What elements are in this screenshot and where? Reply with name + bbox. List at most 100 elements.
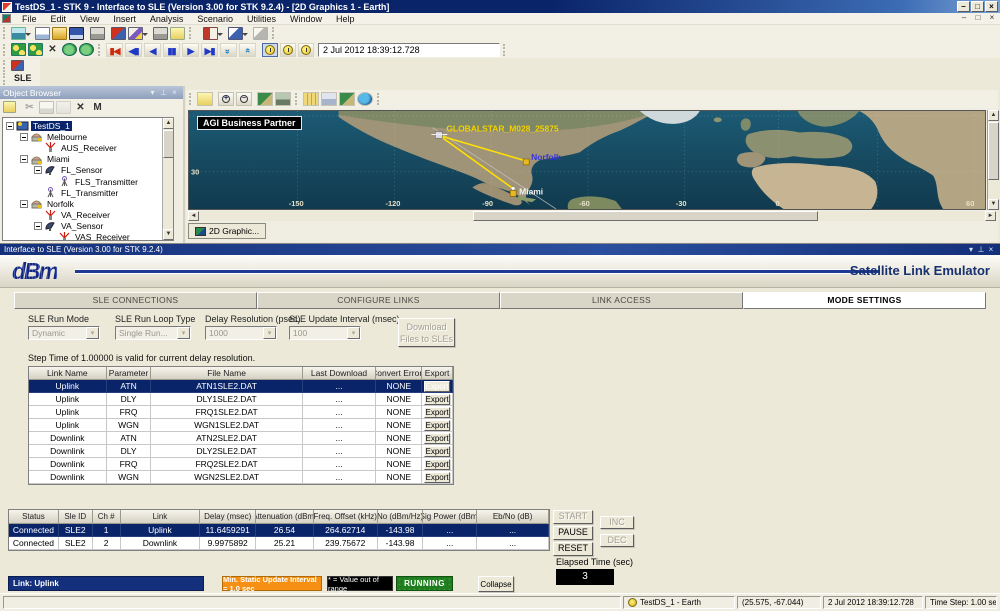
select-tool-button[interactable]	[228, 27, 243, 40]
export-button[interactable]: Export	[424, 472, 450, 483]
menu-insert[interactable]: Insert	[106, 14, 143, 24]
tree-item-vas_receiver[interactable]: VAS_Receiver	[5, 232, 173, 241]
pin-icon[interactable]: ⊥	[158, 88, 169, 97]
delay-resolution-select[interactable]: 1000 ▾	[205, 326, 277, 340]
animation-play-backward-button[interactable]: ◀	[144, 43, 161, 57]
realtime-clock-icon[interactable]	[280, 43, 296, 57]
print-button[interactable]	[90, 27, 105, 40]
tree-item-norfolk[interactable]: Norfolk	[5, 198, 173, 209]
menu-file[interactable]: File	[15, 14, 44, 24]
new-object-button[interactable]	[3, 101, 16, 113]
menu-help[interactable]: Help	[329, 14, 362, 24]
disconnect-button[interactable]: ✕	[45, 43, 60, 56]
close-icon[interactable]: ×	[169, 88, 180, 97]
tree-item-miami[interactable]: Miami	[5, 154, 173, 165]
stk-tools-icon[interactable]	[11, 60, 24, 71]
chevron-down-icon[interactable]: ▾	[347, 327, 360, 339]
status-table-row[interactable]: ConnectedSLE22Downlink9.997589225.21239.…	[9, 537, 549, 550]
zoom-in-button[interactable]: +	[218, 92, 234, 106]
tree-item-aus_receiver[interactable]: AUS_Receiver	[5, 142, 173, 153]
miami-label[interactable]: Miami	[519, 186, 543, 196]
child-restore-button[interactable]: □	[972, 14, 984, 24]
animation-reset-button[interactable]: ▮◀	[106, 43, 123, 57]
collapse-button[interactable]: Collapse	[478, 576, 514, 592]
cut-tool-button[interactable]	[111, 27, 126, 40]
export-button[interactable]: Export	[424, 394, 450, 405]
map-properties-button[interactable]	[197, 92, 213, 106]
start-button[interactable]: START	[553, 510, 593, 524]
report-button[interactable]	[170, 27, 185, 40]
time-options-clock-icon[interactable]	[298, 43, 314, 57]
new-window-button[interactable]	[35, 27, 50, 40]
menu-scenario[interactable]: Scenario	[190, 14, 240, 24]
tree-item-fl_transmitter[interactable]: FL_Transmitter	[5, 187, 173, 198]
snapshot-button[interactable]	[275, 92, 291, 106]
scroll-right-icon[interactable]: ►	[985, 211, 996, 221]
scroll-left-icon[interactable]: ◄	[188, 211, 199, 221]
export-button[interactable]: Export	[424, 433, 450, 444]
tree-expander[interactable]	[6, 122, 14, 130]
chevron-down-icon[interactable]: ▾	[177, 327, 190, 339]
panel-menu-icon[interactable]: ▾	[147, 88, 158, 97]
decrease-time-step-button[interactable]: »	[220, 43, 237, 57]
file-table-row[interactable]: UplinkFRQFRQ1SLE2.DAT...NONEExport	[29, 406, 453, 419]
measure-button[interactable]	[303, 92, 319, 106]
browser-button[interactable]	[203, 27, 218, 40]
menu-utilities[interactable]: Utilities	[240, 14, 283, 24]
sle-toolbar-button[interactable]: SLE	[10, 73, 36, 85]
scroll-down-icon[interactable]: ▼	[163, 229, 174, 240]
export-button[interactable]: Export	[424, 459, 450, 470]
run-mode-select[interactable]: Dynamic ▾	[28, 326, 100, 340]
chevron-down-icon[interactable]: ▾	[86, 327, 99, 339]
tree-item-va_sensor[interactable]: VA_Sensor	[5, 221, 173, 232]
scroll-up-icon[interactable]: ▲	[988, 110, 999, 121]
chevron-down-icon[interactable]: ▾	[263, 327, 276, 339]
update-interval-select[interactable]: 100 ▾	[289, 326, 361, 340]
find-button[interactable]: M	[90, 101, 105, 114]
animation-step-back-button[interactable]: ◀▮	[125, 43, 142, 57]
file-table-row[interactable]: UplinkWGNWGN1SLE2.DAT...NONEExport	[29, 419, 453, 432]
close-icon[interactable]: ×	[986, 245, 996, 254]
file-table-row[interactable]: DownlinkATNATN2SLE2.DAT...NONEExport	[29, 432, 453, 445]
satellite-label[interactable]: GLOBALSTAR_M028_25875	[446, 124, 559, 134]
dec-button[interactable]: DEC	[600, 534, 634, 547]
file-table-row[interactable]: DownlinkWGNWGN2SLE2.DAT...NONEExport	[29, 471, 453, 484]
status-table-row[interactable]: ConnectedSLE21Uplink11.645929126.54264.6…	[9, 524, 549, 537]
restore-button[interactable]: □	[971, 1, 984, 12]
map-horizontal-scrollbar[interactable]: ◄ ►	[188, 211, 996, 221]
animation-step-forward-button[interactable]: ▶▮	[201, 43, 218, 57]
file-table-row[interactable]: UplinkATNATN1SLE2.DAT...NONEExport	[29, 380, 453, 393]
child-minimize-button[interactable]: –	[958, 14, 970, 24]
child-close-button[interactable]: ×	[986, 14, 998, 24]
grid-button[interactable]	[321, 92, 337, 106]
tree-item-fls_transmitter[interactable]: FLS_Transmitter	[5, 176, 173, 187]
pause-button[interactable]: PAUSE	[553, 526, 593, 540]
animation-play-button[interactable]: ▶	[182, 43, 199, 57]
pin-icon[interactable]: ⊥	[976, 245, 986, 254]
tree-item-fl_sensor[interactable]: FL_Sensor	[5, 165, 173, 176]
globe-search-button[interactable]	[79, 43, 94, 56]
tab-link-access[interactable]: LINK ACCESS	[500, 292, 743, 309]
print-preview-button[interactable]	[153, 27, 168, 40]
menu-analysis[interactable]: Analysis	[143, 14, 191, 24]
tree-expander[interactable]	[20, 133, 28, 141]
tree-expander[interactable]	[34, 166, 42, 174]
tree-item-va_receiver[interactable]: VA_Receiver	[5, 210, 173, 221]
map-vertical-scrollbar[interactable]: ▲ ▼	[987, 110, 998, 210]
inc-button[interactable]: INC	[600, 516, 634, 529]
increase-time-step-button[interactable]: »	[239, 43, 256, 57]
file-table-row[interactable]: UplinkDLYDLY1SLE2.DAT...NONEExport	[29, 393, 453, 406]
tree-item-melbourne[interactable]: Melbourne	[5, 131, 173, 142]
tree-expander[interactable]	[20, 155, 28, 163]
norfolk-marker[interactable]	[523, 159, 529, 165]
delete-button[interactable]: ✕	[73, 101, 88, 114]
file-table-row[interactable]: DownlinkDLYDLY2SLE2.DAT...NONEExport	[29, 445, 453, 458]
tab-mode-settings[interactable]: MODE SETTINGS	[743, 292, 986, 309]
object-tree[interactable]: TestDS_1MelbourneAUS_ReceiverMiamiFL_Sen…	[2, 117, 174, 241]
animation-time-field[interactable]: 2 Jul 2012 18:39:12.728	[318, 43, 500, 57]
export-button[interactable]: Export	[424, 407, 450, 418]
animation-time-clock-icon[interactable]	[262, 43, 278, 57]
animation-pause-button[interactable]: ▮▮	[163, 43, 180, 57]
reset-button[interactable]: RESET	[553, 542, 593, 556]
tab-sle-connections[interactable]: SLE CONNECTIONS	[14, 292, 257, 309]
